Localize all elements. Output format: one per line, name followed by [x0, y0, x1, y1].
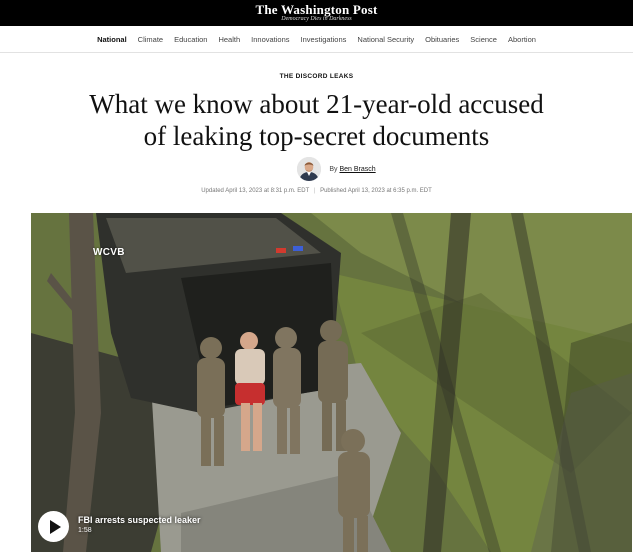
date-separator: | [313, 188, 316, 194]
nav-item-abortion[interactable]: Abortion [502, 35, 541, 44]
play-icon [49, 519, 61, 534]
author-avatar[interactable] [297, 157, 322, 181]
video-watermark: WCVB [93, 247, 125, 258]
nav-item-investigations[interactable]: Investigations [295, 35, 352, 44]
published-timestamp: Published April 13, 2023 at 6:35 p.m. ED… [320, 188, 432, 194]
video-title: FBI arrests suspected leaker [78, 515, 201, 525]
video-duration: 1:58 [78, 527, 92, 534]
byline: By Ben Brasch [0, 157, 633, 181]
author-link[interactable]: Ben Brasch [339, 166, 375, 173]
article-kicker[interactable]: THE DISCORD LEAKS [0, 73, 633, 80]
article-headline: What we know about 21-year-old accused o… [40, 88, 593, 152]
article-dates: Updated April 13, 2023 at 8:31 p.m. EDT … [0, 188, 633, 194]
nav-item-science[interactable]: Science [465, 35, 503, 44]
video-player[interactable]: WCVB FBI arrests suspected leaker 1:58 [31, 213, 632, 552]
nav-item-climate[interactable]: Climate [132, 35, 168, 44]
headline-line-2: of leaking top-secret documents [143, 121, 490, 151]
headline-line-1: What we know about 21-year-old accused [89, 89, 544, 119]
play-button[interactable] [38, 511, 69, 542]
site-logo[interactable]: The Washington Post [0, 0, 633, 16]
nav-item-health[interactable]: Health [213, 35, 246, 44]
section-nav: National Climate Education Health Innova… [0, 26, 633, 53]
nav-item-education[interactable]: Education [169, 35, 213, 44]
nav-item-obituaries[interactable]: Obituaries [420, 35, 465, 44]
byline-text: By Ben Brasch [329, 166, 375, 173]
author-avatar-image [297, 157, 322, 181]
nav-item-innovations[interactable]: Innovations [246, 35, 295, 44]
masthead: The Washington Post Democracy Dies in Da… [0, 0, 633, 26]
site-tagline: Democracy Dies in Darkness [281, 16, 352, 22]
nav-item-national[interactable]: National [92, 35, 133, 44]
nav-item-national-security[interactable]: National Security [352, 35, 420, 44]
updated-timestamp: Updated April 13, 2023 at 8:31 p.m. EDT [201, 188, 310, 194]
video-thumbnail [31, 213, 632, 552]
byline-prefix: By [329, 165, 338, 173]
video-caption: FBI arrests suspected leaker 1:58 [78, 514, 201, 536]
